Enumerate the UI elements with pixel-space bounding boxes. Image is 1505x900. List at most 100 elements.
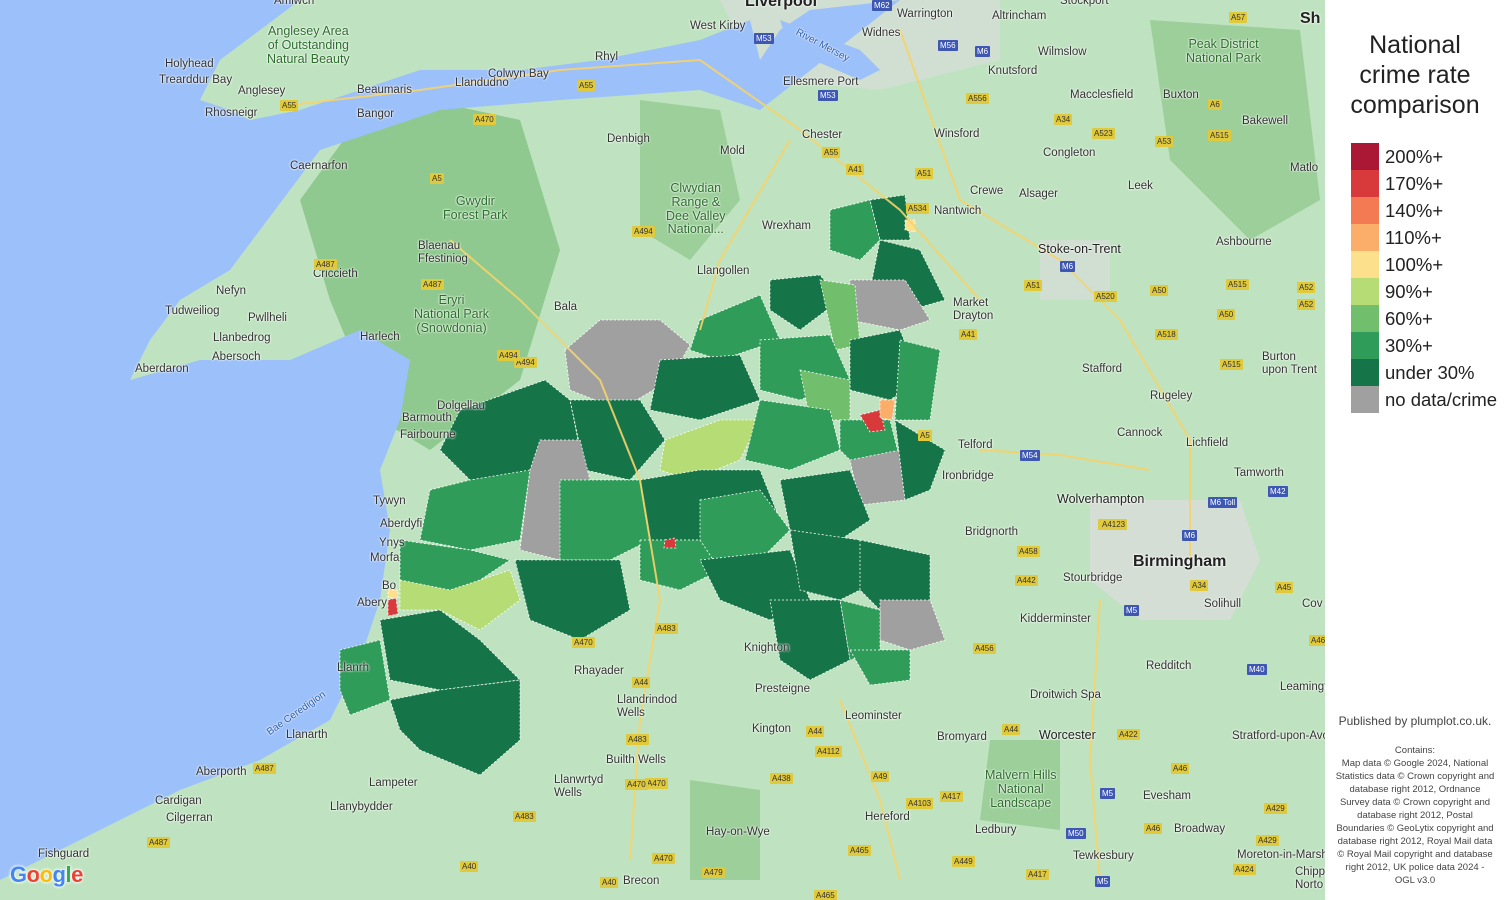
place-label-harlech: Harlech — [360, 331, 400, 343]
legend-swatch — [1351, 170, 1379, 197]
a-road-shield: A494 — [497, 350, 520, 361]
place-label-sh: Sh — [1300, 10, 1321, 27]
place-label-crewe: Crewe — [970, 185, 1004, 197]
place-label-leominster: Leominster — [845, 710, 902, 722]
motorway-shield: M5 — [1095, 876, 1111, 887]
a-road-shield: A55 — [280, 100, 299, 111]
legend-label: 60%+ — [1385, 307, 1433, 329]
google-logo: Google — [10, 862, 83, 887]
a-road-shield: A55 — [822, 147, 841, 158]
place-label-morfa: Morfa — [370, 552, 400, 564]
legend-swatch — [1351, 278, 1379, 305]
place-label-widnes: Widnes — [862, 27, 901, 39]
a-road-shield: A483 — [513, 811, 536, 822]
place-label-tewkesbury: Tewkesbury — [1073, 850, 1134, 862]
a-road-shield: A494 — [632, 226, 655, 237]
a-road-shield: A523 — [1092, 128, 1115, 139]
legend-swatch — [1351, 143, 1379, 170]
a-road-shield: A515 — [1220, 359, 1243, 370]
place-label-lichfield: Lichfield — [1186, 437, 1229, 449]
place-label-altrincham: Altrincham — [992, 10, 1047, 22]
place-label-lampeter: Lampeter — [369, 777, 418, 789]
place-label-fairbourne: Fairbourne — [400, 429, 456, 441]
place-label-llandrindod: Llandrindod Wells — [617, 694, 678, 719]
place-label-leamington: Leamingt — [1280, 681, 1325, 693]
region[interactable] — [663, 537, 677, 549]
a-road-shield: A470 — [625, 779, 648, 790]
a-road-shield: A429 — [1256, 835, 1279, 846]
place-label-cannock: Cannock — [1117, 427, 1163, 439]
a-road-shield: A44 — [806, 726, 825, 737]
a-road-shield: A51 — [1024, 280, 1043, 291]
motorway-shield: M6 — [1060, 261, 1076, 272]
legend-label: 200%+ — [1385, 145, 1444, 167]
place-label-kington: Kington — [752, 723, 792, 735]
place-label-nantwich: Nantwich — [934, 205, 982, 217]
place-label-ironbridge: Ironbridge — [942, 470, 994, 482]
place-label-bridgnorth: Bridgnorth — [965, 526, 1019, 538]
a-road-shield: A479 — [702, 867, 725, 878]
legend-label: 140%+ — [1385, 199, 1444, 221]
place-label-wrexham: Wrexham — [762, 220, 811, 232]
motorway-shield: M62 — [872, 0, 892, 11]
place-label-eryri: Eryri National Park (Snowdonia) — [414, 293, 490, 335]
place-label-winsford: Winsford — [934, 128, 980, 140]
place-label-wolverhampton: Wolverhampton — [1057, 492, 1145, 506]
legend-label: no data/crime — [1385, 388, 1498, 410]
a-road-shield: A55 — [577, 80, 596, 91]
place-label-congleton: Congleton — [1043, 147, 1096, 159]
place-label-burton: Burton upon Trent — [1262, 351, 1317, 376]
motorway-shield: M6 Toll — [1208, 497, 1238, 508]
place-label-builth: Builth Wells — [606, 754, 666, 766]
a-road-shield: A44 — [1002, 724, 1021, 735]
a-road-shield: A53 — [1155, 136, 1174, 147]
a-road-shield: A4123 — [1100, 519, 1128, 530]
place-label-aberdaron: Aberdaron — [135, 363, 189, 375]
place-label-knighton: Knighton — [744, 642, 790, 654]
place-label-knutsford: Knutsford — [988, 65, 1038, 77]
credits: Contains: Map data © Google 2024, Nation… — [1335, 744, 1495, 887]
place-label-tudweiliog: Tudweiliog — [165, 305, 220, 317]
place-label-cardigan: Cardigan — [155, 795, 202, 807]
place-label-peak: Peak District National Park — [1186, 37, 1262, 65]
a-road-shield: A40 — [600, 877, 619, 888]
place-label-stourbridge: Stourbridge — [1063, 572, 1123, 584]
place-label-anglesey_aonb: Anglesey Area of Outstanding Natural Beaut… — [267, 24, 350, 66]
place-label-bromyard: Bromyard — [937, 731, 987, 743]
place-label-pwllheli: Pwllheli — [248, 312, 287, 324]
place-label-stratford: Stratford-upon-Avon — [1232, 730, 1325, 742]
place-label-fishguard: Fishguard — [38, 848, 90, 860]
place-label-hayonwye: Hay-on-Wye — [706, 826, 770, 838]
a-road-shield: A449 — [952, 856, 975, 867]
motorway-shield: M5 — [1124, 605, 1140, 616]
place-label-bala: Bala — [554, 301, 578, 313]
place-label-blaenau: Blaenau Ffestiniog — [418, 240, 468, 265]
a-road-shield: A483 — [655, 623, 678, 634]
legend-item: 200%+ — [1351, 143, 1443, 170]
a-road-shield: A424 — [1233, 864, 1256, 875]
place-label-denbigh: Denbigh — [607, 133, 650, 145]
map-area[interactable]: Liverpool Birmingham Stoke-on-Trent Wolverh… — [0, 0, 1325, 900]
place-label-warrington: Warrington — [897, 8, 953, 20]
a-road-shield: A487 — [421, 279, 444, 290]
a-road-shield: A422 — [1117, 729, 1140, 740]
place-label-rhyl: Rhyl — [595, 51, 619, 63]
place-label-brecon: Brecon — [623, 875, 660, 887]
place-label-ashbourne: Ashbourne — [1216, 236, 1272, 248]
motorway-shield: M50 — [1066, 828, 1086, 839]
legend-item: 90%+ — [1351, 278, 1433, 305]
place-label-cilgerran: Cilgerran — [166, 812, 213, 824]
place-label-abery: Abery — [357, 597, 388, 609]
legend-label: 100%+ — [1385, 253, 1444, 275]
a-road-shield: A534 — [906, 203, 929, 214]
place-label-ledbury: Ledbury — [975, 824, 1017, 836]
region[interactable] — [879, 399, 896, 421]
place-label-worcester: Worcester — [1039, 728, 1096, 742]
place-label-liverpool: Liverpool — [745, 0, 818, 10]
motorway-shield: M5 — [1100, 788, 1116, 799]
legend-swatch — [1351, 197, 1379, 224]
a-road-shield: A34 — [1190, 580, 1209, 591]
legend-item: 60%+ — [1351, 305, 1433, 332]
place-label-clwydian: Clwydian Range & Dee Valley National... — [666, 181, 726, 237]
a-road-shield: A518 — [1155, 329, 1178, 340]
